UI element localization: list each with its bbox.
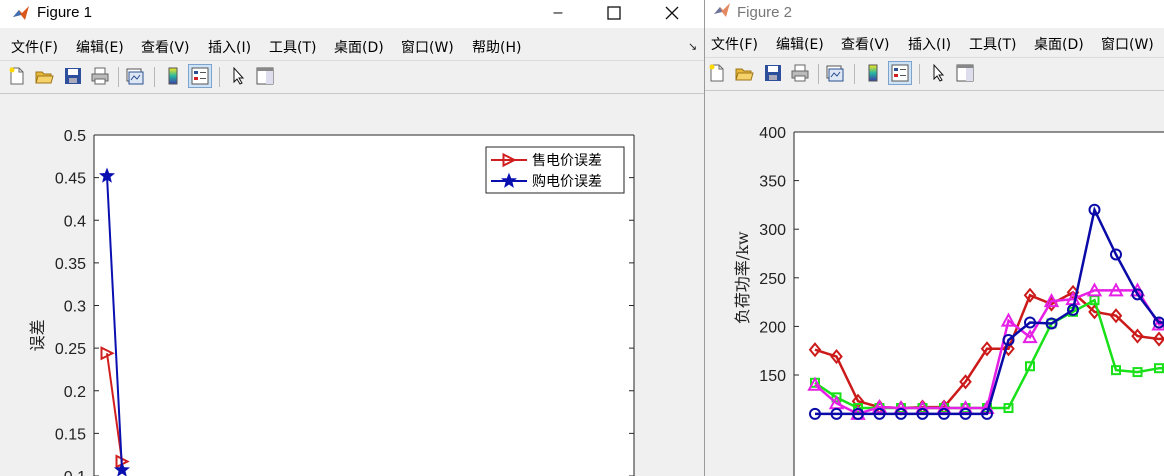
- menu-insert[interactable]: 插入(I): [908, 34, 951, 54]
- menu-window[interactable]: 窗口(W): [401, 37, 454, 57]
- new-figure-icon[interactable]: [6, 65, 28, 87]
- figure1-menubar: 文件(F) 编辑(E) 查看(V) 插入(I) 工具(T) 桌面(D) 窗口(W…: [0, 31, 704, 57]
- y-tick-label: 0.5: [64, 128, 86, 145]
- menu-tools[interactable]: 工具(T): [969, 34, 1016, 54]
- maximize-button[interactable]: [604, 3, 624, 23]
- open-file-icon[interactable]: [33, 65, 55, 87]
- menu-edit[interactable]: 编辑(E): [776, 34, 824, 54]
- figure2-chart[interactable]: 400 350 300 250 200 150 负荷功率/kw: [705, 91, 1164, 476]
- menu-tools[interactable]: 工具(T): [269, 37, 316, 57]
- figure1-title: Figure 1: [37, 4, 93, 21]
- menu-desktop[interactable]: 桌面(D): [1034, 34, 1084, 54]
- y-tick-label: 0.35: [55, 256, 86, 273]
- legend: 售电价误差购电价误差: [485, 146, 625, 194]
- pointer-icon[interactable]: [927, 62, 949, 84]
- figure2-toolbar: [705, 57, 1164, 91]
- y-tick-label: 0.4: [64, 213, 86, 230]
- colorbar-icon[interactable]: [862, 62, 884, 84]
- legend-icon[interactable]: [188, 64, 212, 88]
- y-axis-label: 误差: [28, 319, 47, 351]
- minimize-button[interactable]: –: [548, 3, 568, 23]
- save-icon[interactable]: [762, 62, 784, 84]
- close-button[interactable]: [662, 3, 682, 23]
- pointer-icon[interactable]: [227, 65, 249, 87]
- menu-help[interactable]: 帮助(H): [472, 37, 521, 57]
- open-file-icon[interactable]: [733, 62, 755, 84]
- figure1-toolbar: [0, 60, 704, 94]
- figure2-title: Figure 2: [737, 4, 793, 21]
- menu-view[interactable]: 查看(V): [841, 34, 890, 54]
- legend-entry: 购电价误差: [532, 174, 602, 190]
- colorbar-icon[interactable]: [162, 65, 184, 87]
- figure2-canvas: 400 350 300 250 200 150 负荷功率/kw: [705, 91, 1164, 476]
- figure1-chart[interactable]: 0.5 0.45 0.4 0.35 0.3 0.25 0.2 0.15 0.1 误差 售电价误差购电…: [0, 94, 704, 476]
- figure1-window: Figure 1 – 文件(F) 编辑(E) 查看(V) 插入(I) 工具(T)…: [0, 0, 705, 476]
- figure2-titlebar: Figure 2: [705, 0, 1164, 28]
- y-tick-label: 0.2: [64, 384, 86, 401]
- menu-window[interactable]: 窗口(W): [1101, 34, 1154, 54]
- figure2-menubar: 文件(F) 编辑(E) 查看(V) 插入(I) 工具(T) 桌面(D) 窗口(W…: [705, 28, 1164, 54]
- y-tick-label: 200: [759, 319, 786, 336]
- legend-entry: 售电价误差: [532, 153, 602, 169]
- y-tick-label: 300: [759, 222, 786, 239]
- menu-file[interactable]: 文件(F): [11, 37, 58, 57]
- matlab-icon: [13, 6, 29, 20]
- y-tick-label: 0.1: [64, 469, 86, 476]
- figure1-canvas: 0.5 0.45 0.4 0.35 0.3 0.25 0.2 0.15 0.1 误差 售电价误差购电…: [0, 94, 704, 476]
- property-editor-icon[interactable]: [254, 65, 276, 87]
- matlab-icon: [714, 3, 730, 17]
- print-icon[interactable]: [89, 65, 111, 87]
- menu-view[interactable]: 查看(V): [141, 37, 190, 57]
- y-tick-label: 0.45: [55, 171, 86, 188]
- figure1-titlebar: Figure 1 –: [0, 0, 704, 28]
- link-figure-icon[interactable]: [824, 62, 846, 84]
- legend-icon[interactable]: [888, 61, 912, 85]
- y-tick-label: 0.15: [55, 426, 86, 443]
- menu-insert[interactable]: 插入(I): [208, 37, 251, 57]
- plot-area: [794, 132, 1164, 476]
- y-tick-label: 400: [759, 125, 786, 142]
- y-tick-label: 0.25: [55, 341, 86, 358]
- y-tick-label: 150: [759, 368, 786, 385]
- print-icon[interactable]: [789, 62, 811, 84]
- y-tick-label: 250: [759, 271, 786, 288]
- new-figure-icon[interactable]: [706, 62, 728, 84]
- y-tick-label: 0.3: [64, 299, 86, 316]
- link-figure-icon[interactable]: [124, 65, 146, 87]
- y-axis-label: 负荷功率/kw: [733, 231, 752, 324]
- menu-edit[interactable]: 编辑(E): [76, 37, 124, 57]
- property-editor-icon[interactable]: [954, 62, 976, 84]
- menu-file[interactable]: 文件(F): [711, 34, 758, 54]
- save-icon[interactable]: [62, 65, 84, 87]
- dock-arrow-icon[interactable]: ↘: [688, 40, 697, 53]
- menu-desktop[interactable]: 桌面(D): [334, 37, 384, 57]
- figure2-window: Figure 2 文件(F) 编辑(E) 查看(V) 插入(I) 工具(T) 桌…: [705, 0, 1164, 476]
- y-tick-label: 350: [759, 174, 786, 191]
